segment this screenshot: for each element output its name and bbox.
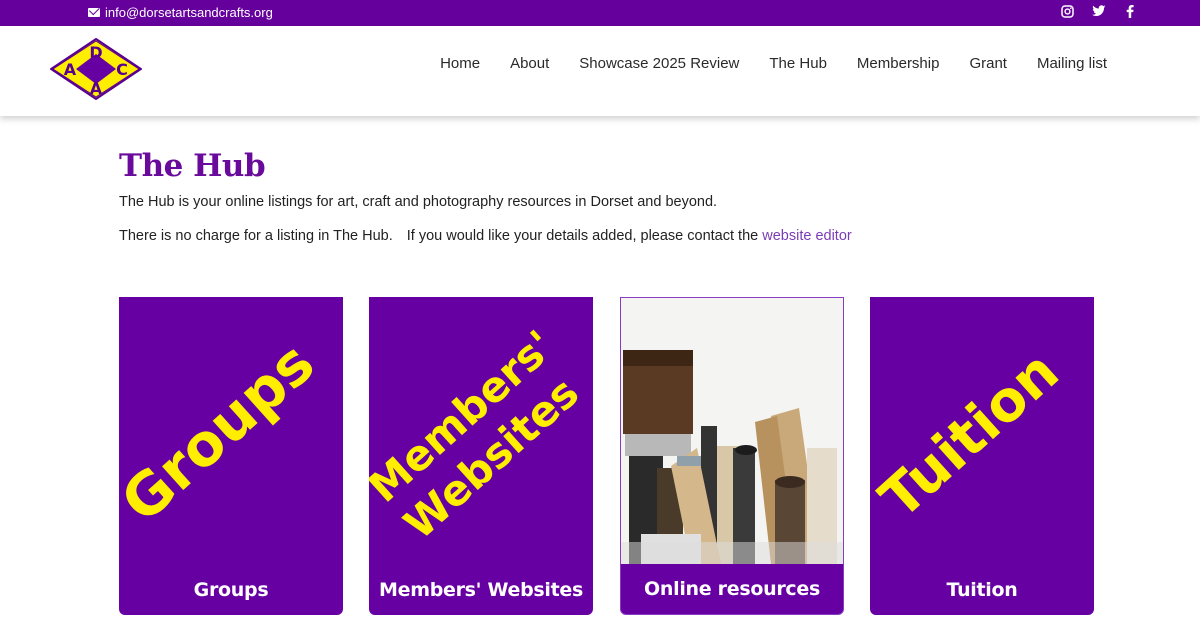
- card-online-resources[interactable]: Online resources: [620, 297, 844, 615]
- dadac-logo[interactable]: D A C A: [49, 37, 143, 101]
- email-address[interactable]: info@dorsetartsandcrafts.org: [105, 5, 273, 20]
- twitter-icon[interactable]: [1092, 5, 1106, 20]
- nav-grant[interactable]: Grant: [969, 55, 1007, 72]
- nav-about[interactable]: About: [510, 55, 549, 72]
- card-groups-label: Groups: [193, 579, 269, 601]
- hub-cards: Groups Groups Members' Websites Members'…: [119, 297, 1099, 617]
- brushes-photo: [621, 298, 843, 564]
- social-links: [1061, 5, 1136, 20]
- intro-text: The Hub is your online listings for art,…: [119, 194, 718, 210]
- card-online-resources-label: Online resources: [644, 578, 820, 600]
- svg-text:A: A: [90, 79, 103, 98]
- email-link[interactable]: info@dorsetartsandcrafts.org: [88, 5, 273, 20]
- top-bar: info@dorsetartsandcrafts.org: [0, 0, 1200, 26]
- nav-mailing-list[interactable]: Mailing list: [1037, 55, 1107, 72]
- card-tuition-label: Tuition: [946, 579, 1018, 601]
- listing-info: There is no charge for a listing in The …: [119, 226, 1099, 246]
- groups-card-art: Groups: [119, 329, 327, 536]
- site-header: D A C A Home About Showcase 2025 Review …: [0, 26, 1200, 116]
- nav-membership[interactable]: Membership: [857, 55, 940, 72]
- tuition-card-art: Tuition: [870, 339, 1071, 531]
- website-editor-link[interactable]: website editor: [762, 228, 851, 244]
- members-card-art: Members' Websites: [369, 321, 588, 549]
- charge-text: There is no charge for a listing in The …: [119, 228, 393, 244]
- tuition-art-text: Tuition: [870, 339, 1071, 531]
- contact-text: If you would like your details added, pl…: [406, 228, 759, 244]
- instagram-icon[interactable]: [1061, 5, 1074, 20]
- svg-text:D: D: [89, 43, 102, 62]
- svg-text:A: A: [64, 60, 77, 79]
- envelope-icon: [88, 8, 100, 17]
- card-groups[interactable]: Groups Groups: [119, 297, 343, 615]
- main-nav: Home About Showcase 2025 Review The Hub …: [440, 55, 1107, 72]
- page-title: The Hub: [119, 148, 266, 184]
- nav-home[interactable]: Home: [440, 55, 480, 72]
- facebook-icon[interactable]: [1123, 5, 1136, 20]
- card-tuition[interactable]: Tuition Tuition: [870, 297, 1094, 615]
- card-members-websites[interactable]: Members' Websites Members' Websites: [369, 297, 593, 615]
- svg-text:C: C: [116, 60, 128, 79]
- groups-art-text: Groups: [119, 329, 327, 536]
- nav-the-hub[interactable]: The Hub: [769, 55, 827, 72]
- nav-showcase-2025-review[interactable]: Showcase 2025 Review: [579, 55, 739, 72]
- main-content: The Hub The Hub is your online listings …: [119, 148, 1099, 246]
- card-members-websites-label: Members' Websites: [379, 579, 583, 601]
